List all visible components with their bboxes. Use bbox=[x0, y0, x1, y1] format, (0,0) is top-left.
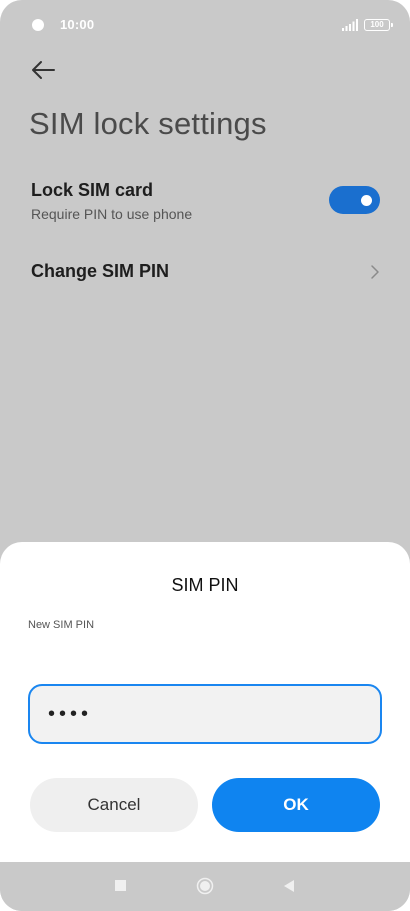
change-sim-pin-title: Change SIM PIN bbox=[31, 261, 170, 281]
back-arrow-icon[interactable] bbox=[28, 56, 58, 84]
new-sim-pin-input[interactable] bbox=[28, 684, 382, 744]
change-sim-pin-row[interactable]: Change SIM PIN bbox=[0, 250, 410, 294]
back-triangle-icon[interactable] bbox=[283, 879, 295, 893]
new-sim-pin-label: New SIM PIN bbox=[28, 619, 95, 631]
phone-screen: 10:00 100 SIM lock settings Lock SIM car… bbox=[0, 0, 410, 911]
status-dot-icon bbox=[32, 19, 44, 31]
battery-icon: 100 bbox=[364, 19, 393, 31]
status-time: 10:00 bbox=[60, 17, 95, 32]
home-circle-icon[interactable] bbox=[196, 877, 214, 895]
status-bar: 10:00 100 bbox=[0, 0, 410, 50]
cancel-button[interactable]: Cancel bbox=[30, 778, 198, 832]
lock-sim-card-row[interactable]: Lock SIM card Require PIN to use phone bbox=[0, 176, 410, 236]
page-title: SIM lock settings bbox=[29, 106, 267, 141]
signal-icon bbox=[342, 19, 358, 31]
dialog-title: SIM PIN bbox=[171, 575, 239, 595]
toggle-knob bbox=[361, 195, 372, 206]
chevron-right-icon bbox=[371, 265, 379, 279]
navigation-bar bbox=[0, 862, 410, 911]
ok-button[interactable]: OK bbox=[212, 778, 380, 832]
lock-sim-card-title: Lock SIM card bbox=[31, 180, 154, 200]
recents-square-icon[interactable] bbox=[115, 880, 126, 891]
sim-pin-dialog: SIM PIN New SIM PIN Cancel OK bbox=[0, 542, 410, 862]
lock-sim-card-subtitle: Require PIN to use phone bbox=[31, 206, 193, 222]
lock-sim-toggle[interactable] bbox=[329, 186, 380, 214]
